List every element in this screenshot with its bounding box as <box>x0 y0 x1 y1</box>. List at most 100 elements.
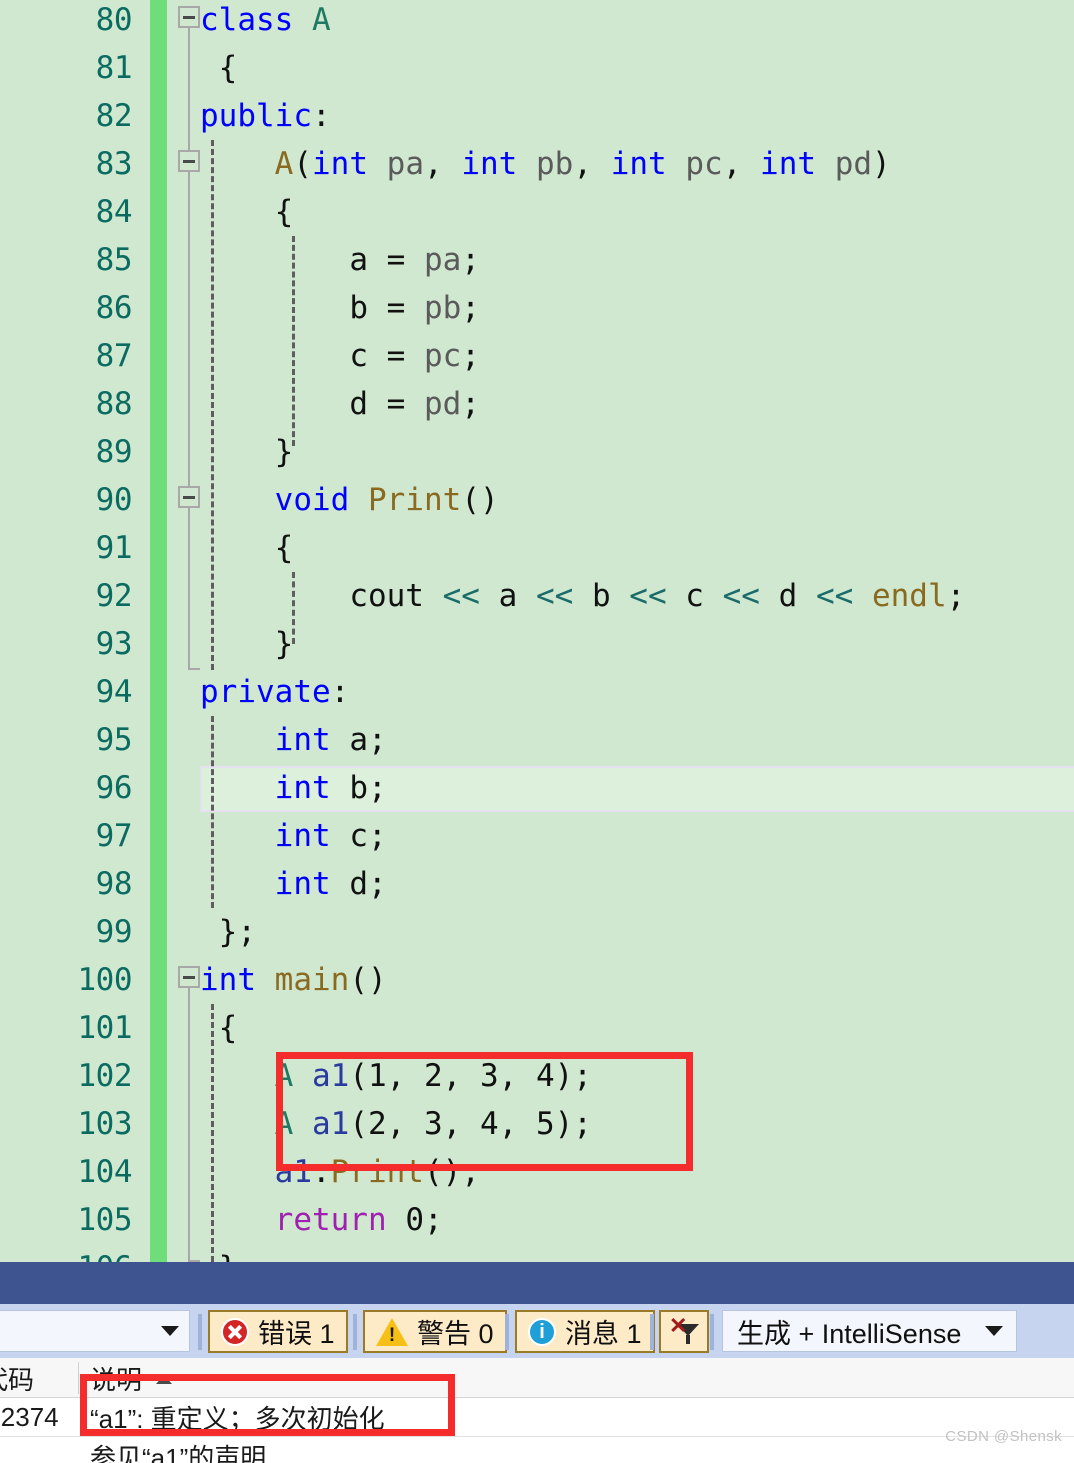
chevron-down-icon <box>985 1326 1003 1336</box>
collapse-toggle-class-a[interactable] <box>178 6 200 28</box>
code-line: a1.Print(); <box>274 1154 480 1190</box>
chevron-down-icon <box>161 1326 179 1336</box>
code-line: return 0; <box>274 1202 443 1238</box>
line-number: 91 <box>95 530 133 566</box>
code-line: A a1(2, 3, 4, 5); <box>274 1106 592 1142</box>
watermark: CSDN @Shensk <box>945 1428 1062 1445</box>
column-header-code[interactable]: 代码 <box>0 1358 34 1398</box>
code-line: a = pa; <box>349 242 480 278</box>
code-line: int main() <box>200 962 387 998</box>
code-line: public: <box>200 98 331 134</box>
line-number: 88 <box>95 386 133 422</box>
line-number: 81 <box>95 50 133 86</box>
outline-line-class <box>188 28 200 670</box>
error-list-header: 代码 说明 <box>0 1358 1074 1398</box>
line-number: 99 <box>95 914 133 950</box>
code-line: class A <box>200 2 331 38</box>
messages-toggle-button[interactable]: i 消息 1 <box>515 1310 655 1353</box>
build-filter-dropdown[interactable]: 生成 + IntelliSense <box>722 1310 1017 1352</box>
toolbar-divider <box>710 1314 714 1350</box>
warnings-toggle-label: 警告 0 <box>417 1319 494 1349</box>
code-line: A(int pa, int pb, int pc, int pd) <box>274 146 891 182</box>
line-number: 90 <box>95 482 133 518</box>
code-line: b = pb; <box>349 290 480 326</box>
code-line: { <box>218 1010 238 1046</box>
code-line: int d; <box>274 866 387 902</box>
info-icon: i <box>528 1317 556 1346</box>
line-number: 96 <box>95 770 133 806</box>
code-line: int a; <box>274 722 387 758</box>
code-line: A a1(1, 2, 3, 4); <box>274 1058 592 1094</box>
column-divider[interactable] <box>78 1362 79 1394</box>
error-icon <box>221 1317 249 1346</box>
code-line: { <box>218 50 238 86</box>
line-number: 85 <box>95 242 133 278</box>
line-number: 92 <box>95 578 133 614</box>
column-header-description[interactable]: 说明 <box>90 1358 173 1398</box>
code-line: int c; <box>274 818 387 854</box>
line-number: 104 <box>77 1154 133 1190</box>
line-number: 94 <box>95 674 133 710</box>
warning-icon: ! <box>376 1317 408 1346</box>
line-number: 103 <box>77 1106 133 1142</box>
toolbar-divider <box>505 1314 509 1350</box>
line-number: 82 <box>95 98 133 134</box>
clear-filter-button[interactable]: ✕ <box>659 1310 709 1353</box>
scope-dropdown[interactable]: 方案 <box>0 1310 190 1352</box>
change-indicator-bar <box>150 0 167 1262</box>
code-editor[interactable]: 80 81 82 83 84 85 86 87 88 89 90 91 92 9… <box>0 0 1074 1262</box>
code-line: } <box>200 1244 238 1262</box>
code-text-area[interactable]: class A { public: A(int pa, int pb, int … <box>200 0 1074 1262</box>
code-line: { <box>274 530 294 566</box>
line-number: 83 <box>95 146 133 182</box>
line-number-gutter: 80 81 82 83 84 85 86 87 88 89 90 91 92 9… <box>0 0 150 1262</box>
warnings-toggle-button[interactable]: ! 警告 0 <box>363 1310 507 1353</box>
panel-separator-bar <box>0 1262 1074 1304</box>
collapse-toggle-print[interactable] <box>178 486 200 508</box>
code-line: cout << a << b << c << d << endl; <box>349 578 966 614</box>
code-line: }; <box>218 914 256 950</box>
sort-ascending-icon <box>156 1374 173 1384</box>
line-number: 89 <box>95 434 133 470</box>
line-number: 93 <box>95 626 133 662</box>
errors-toggle-label: 错误 1 <box>258 1319 335 1349</box>
line-number: 86 <box>95 290 133 326</box>
line-number: 105 <box>77 1202 133 1238</box>
table-row[interactable]: 参见“a1”的声明 <box>0 1438 1074 1463</box>
outline-line-main <box>188 988 200 1262</box>
messages-toggle-label: 消息 1 <box>565 1319 642 1349</box>
line-number: 97 <box>95 818 133 854</box>
code-line: int b; <box>274 770 387 806</box>
clear-filter-icon: ✕ <box>669 1314 699 1347</box>
error-list-toolbar[interactable]: 方案 错误 1 ! 警告 0 i 消息 1 ✕ 生成 + IntelliSens… <box>0 1304 1074 1358</box>
code-line: { <box>274 194 294 230</box>
line-number: 102 <box>77 1058 133 1094</box>
line-number: 106 <box>0 1244 133 1262</box>
column-header-description-label: 说明 <box>90 1364 143 1395</box>
line-number: 95 <box>95 722 133 758</box>
vs-editor-screenshot: 80 81 82 83 84 85 86 87 88 89 90 91 92 9… <box>0 0 1074 1463</box>
build-filter-label: 生成 + IntelliSense <box>737 1318 962 1349</box>
code-line: private: <box>200 674 350 710</box>
line-number: 101 <box>77 1010 133 1046</box>
code-line: d = pd; <box>349 386 480 422</box>
line-number: 84 <box>95 194 133 230</box>
toolbar-divider <box>198 1314 202 1350</box>
code-line: } <box>274 434 294 470</box>
code-line: void Print() <box>274 482 499 518</box>
error-description-cell: “a1”: 重定义；多次初始化 <box>90 1403 385 1434</box>
table-row[interactable]: C2374 “a1”: 重定义；多次初始化 <box>0 1399 1074 1435</box>
collapse-toggle-constructor[interactable] <box>178 150 200 172</box>
line-number: 80 <box>95 2 133 38</box>
errors-toggle-button[interactable]: 错误 1 <box>208 1310 348 1353</box>
error-code-cell[interactable]: C2374 <box>0 1399 59 1435</box>
error-list-grid[interactable]: 代码 说明 C2374 “a1”: 重定义；多次初始化 参见“a1”的声明 <box>0 1358 1074 1463</box>
error-description-cell: 参见“a1”的声明 <box>90 1442 267 1463</box>
line-number: 98 <box>95 866 133 902</box>
collapse-toggle-main[interactable] <box>178 966 200 988</box>
code-line: } <box>274 626 294 662</box>
toolbar-divider <box>353 1314 357 1350</box>
line-number: 87 <box>95 338 133 374</box>
toolbar-divider <box>650 1314 654 1350</box>
line-number: 100 <box>77 962 133 998</box>
